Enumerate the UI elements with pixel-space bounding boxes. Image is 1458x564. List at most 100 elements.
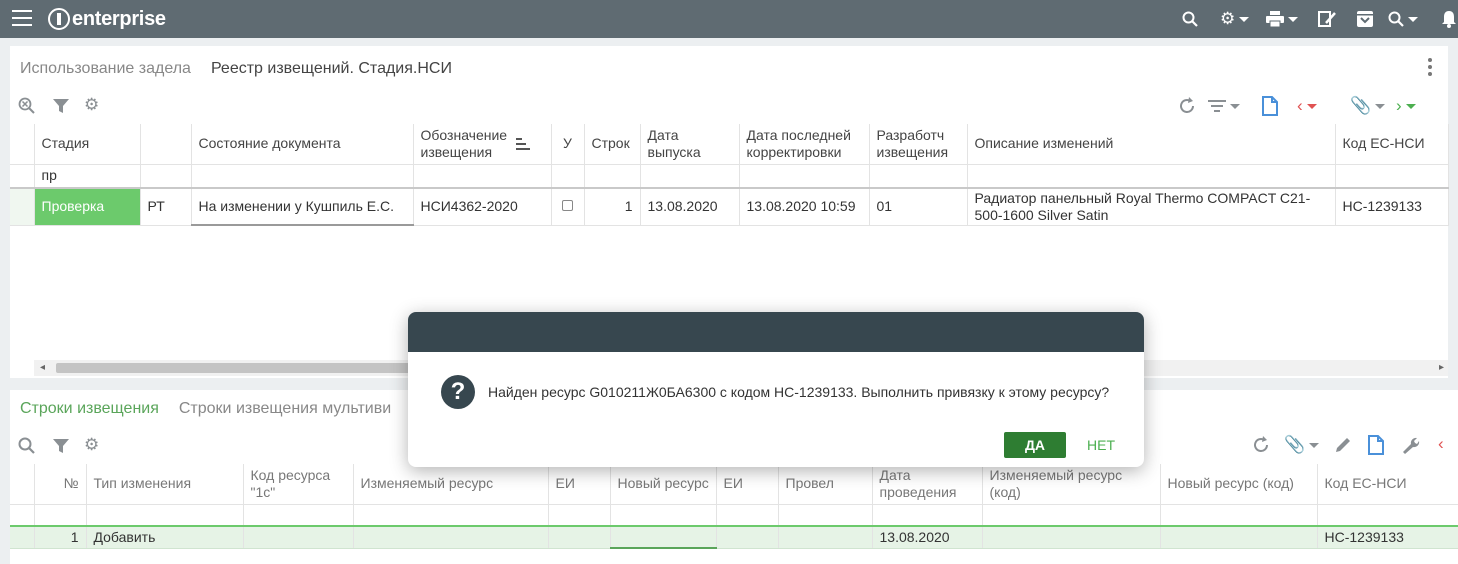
document-icon[interactable] <box>1368 435 1384 455</box>
filter-icon[interactable] <box>52 97 70 115</box>
developer-cell[interactable]: 01 <box>869 188 968 226</box>
flag-checkbox[interactable] <box>551 188 585 226</box>
column-header[interactable]: Состояние документа <box>191 124 414 165</box>
code-cell[interactable]: НС-1239133 <box>1335 188 1449 226</box>
yes-button[interactable]: ДА <box>1004 432 1066 458</box>
tab-notices-registry[interactable]: Реестр извещений. Стадия.НСИ <box>211 60 452 78</box>
column-header[interactable]: Изменяемый ресурс (код) <box>982 464 1161 505</box>
wrench-icon[interactable] <box>1400 435 1420 455</box>
column-header[interactable]: У <box>551 124 585 165</box>
refresh-icon[interactable] <box>1178 97 1196 115</box>
type-cell[interactable]: РТ <box>140 188 192 226</box>
forward-menu[interactable]: › <box>1396 96 1416 116</box>
column-header[interactable]: Стадия <box>34 124 141 165</box>
lines-cell[interactable]: 1 <box>584 188 641 226</box>
logo[interactable]: enterprise <box>48 5 166 33</box>
top-bar: enterprise ⚙ <box>0 0 1458 38</box>
search-icon[interactable] <box>18 437 36 455</box>
checkbox-icon <box>562 200 573 212</box>
column-header[interactable]: Код ЕС-НСИ <box>1335 124 1449 165</box>
settings-menu[interactable]: ⚙ <box>1220 8 1250 30</box>
printer-icon <box>1266 11 1284 27</box>
notice-code-cell[interactable]: НСИ4362-2020 <box>413 188 552 226</box>
column-header[interactable]: Провел <box>778 464 873 505</box>
column-header[interactable]: № <box>34 464 87 505</box>
state-cell[interactable]: На изменении у Кушпиль Е.С. <box>191 188 414 226</box>
back-menu[interactable]: ‹ <box>1297 96 1317 116</box>
row-marker-header <box>10 464 35 505</box>
search-menu[interactable] <box>1388 8 1418 30</box>
menu-icon[interactable] <box>12 10 32 26</box>
filter-icon[interactable] <box>52 437 70 455</box>
table-row[interactable]: 1 Добавить 13.08.2020 НС-1239133 <box>10 526 1458 549</box>
description-cell[interactable]: Радиатор панельный Royal Thermo COMPACT … <box>967 188 1336 226</box>
scroll-left-icon[interactable]: ◂ <box>40 362 45 373</box>
chevron-down-icon <box>1306 103 1317 109</box>
tab-backlog-usage[interactable]: Использование задела <box>20 60 191 78</box>
chevron-left-icon[interactable]: ‹ <box>1438 434 1444 454</box>
gear-icon[interactable]: ⚙ <box>84 435 99 455</box>
column-header[interactable] <box>140 124 192 165</box>
code-cell[interactable]: НС-1239133 <box>1317 526 1458 549</box>
column-header[interactable]: Дата последней корректировки <box>739 124 870 165</box>
column-header[interactable]: Новый ресурс (код) <box>1160 464 1318 505</box>
document-icon[interactable] <box>1262 96 1278 116</box>
resource-code-1c-cell[interactable] <box>243 526 354 549</box>
sort-lines-icon <box>1208 100 1226 112</box>
row-marker <box>10 526 35 549</box>
column-header[interactable]: Код ресурса "1с" <box>243 464 354 505</box>
more-options-icon[interactable] <box>1428 58 1432 79</box>
column-header[interactable]: Дата выпуска <box>640 124 740 165</box>
tab-notice-lines[interactable]: Строки извещения <box>20 400 159 418</box>
number-cell[interactable]: 1 <box>34 526 87 549</box>
no-button[interactable]: НЕТ <box>1087 432 1115 458</box>
release-date-cell[interactable]: 13.08.2020 <box>640 188 740 226</box>
unit-cell[interactable] <box>716 526 779 549</box>
refresh-icon[interactable] <box>1252 436 1270 454</box>
search-icon <box>1388 11 1404 27</box>
changed-resource-code-cell[interactable] <box>982 526 1161 549</box>
archive-icon[interactable] <box>1356 8 1374 30</box>
question-icon: ? <box>441 375 475 409</box>
changed-resource-cell[interactable] <box>353 526 549 549</box>
last-correction-cell[interactable]: 13.08.2020 10:59 <box>739 188 870 226</box>
new-resource-cell[interactable] <box>610 526 717 549</box>
print-menu[interactable] <box>1266 8 1298 30</box>
column-header[interactable]: Строк <box>584 124 641 165</box>
scrollbar-thumb[interactable] <box>56 363 416 373</box>
sort-menu[interactable] <box>1208 99 1240 113</box>
lines-tabs: Строки извещения Строки извещения мульти… <box>20 400 391 418</box>
posted-cell[interactable] <box>778 526 873 549</box>
attachment-menu[interactable]: 📎 <box>1284 435 1320 455</box>
column-header[interactable]: Тип изменения <box>86 464 244 505</box>
bell-icon[interactable] <box>1440 8 1458 30</box>
edit-document-icon[interactable] <box>1318 8 1336 30</box>
clear-filter-icon[interactable] <box>18 97 36 115</box>
column-header[interactable]: ЕИ <box>548 464 611 505</box>
column-header-sorted[interactable]: Обозначение извещения <box>413 124 552 165</box>
tab-notice-lines-multiview[interactable]: Строки извещения мультиви <box>179 400 391 418</box>
gear-icon[interactable]: ⚙ <box>84 95 99 115</box>
attachment-menu[interactable]: 📎 <box>1350 96 1386 116</box>
column-header[interactable]: Изменяемый ресурс <box>353 464 549 505</box>
pencil-icon[interactable] <box>1334 436 1352 454</box>
stage-cell[interactable]: Проверка <box>34 188 141 226</box>
column-header[interactable]: Код ЕС-НСИ <box>1317 464 1458 505</box>
scroll-right-icon[interactable]: ▸ <box>1439 362 1444 373</box>
logo-mark-icon <box>48 8 70 30</box>
search-icon[interactable] <box>1182 8 1198 30</box>
column-header[interactable]: Дата проведения <box>872 464 983 505</box>
column-header[interactable]: ЕИ <box>716 464 779 505</box>
column-header-label: Обозначение извещения <box>420 126 508 160</box>
posting-date-cell[interactable]: 13.08.2020 <box>872 526 983 549</box>
change-type-cell[interactable]: Добавить <box>86 526 244 549</box>
column-header[interactable]: Разработч извещения <box>869 124 968 165</box>
stage-filter-input[interactable]: пр <box>34 164 141 189</box>
table-row[interactable]: Проверка РТ На изменении у Кушпиль Е.С. … <box>10 188 1449 226</box>
row-marker <box>10 188 35 226</box>
column-header[interactable]: Описание изменений <box>967 124 1336 165</box>
dialog-header <box>408 312 1144 352</box>
column-header[interactable]: Новый ресурс <box>610 464 717 505</box>
unit-cell[interactable] <box>548 526 611 549</box>
new-resource-code-cell[interactable] <box>1160 526 1318 549</box>
